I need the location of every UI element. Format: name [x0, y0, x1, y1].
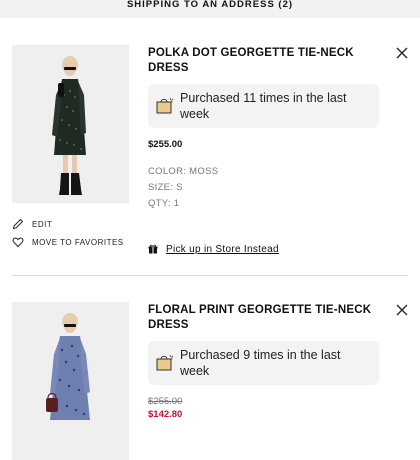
product-color: COLOR: MOSS: [148, 166, 219, 177]
pickup-in-store-link[interactable]: Pick up in Store Instead: [148, 242, 279, 256]
edit-button[interactable]: EDIT: [12, 217, 52, 231]
product-title[interactable]: POLKA DOT GEORGETTE TIE-NECK DRESS: [148, 46, 388, 76]
shopping-bag-icon: [156, 354, 174, 371]
purchase-count-text: Purchased 11 times in the last week: [180, 91, 347, 121]
pickup-in-store-label: Pick up in Store Instead: [166, 243, 279, 255]
product-size: SIZE: S: [148, 182, 183, 193]
shipping-header: SHIPPING TO AN ADDRESS (2): [0, 0, 420, 18]
model-figure: [12, 302, 129, 460]
shipping-header-title: SHIPPING TO AN ADDRESS (2): [126, 0, 294, 10]
move-to-favorites-label: MOVE TO FAVORITES: [32, 237, 124, 247]
product-image[interactable]: [12, 302, 129, 460]
shopping-bag-icon: [156, 97, 174, 114]
cart-item: POLKA DOT GEORGETTE TIE-NECK DRESS Purch…: [0, 45, 420, 276]
purchase-count-badge: Purchased 9 times in the last week: [148, 341, 379, 385]
remove-item-button[interactable]: [394, 302, 410, 318]
sale-price: $142.80: [148, 409, 183, 420]
product-title[interactable]: FLORAL PRINT GEORGETTE TIE-NECK DRESS: [148, 303, 388, 333]
product-image[interactable]: [12, 45, 129, 203]
close-icon: [396, 47, 408, 59]
model-figure: [12, 45, 129, 203]
purchase-count-badge: Purchased 11 times in the last week: [148, 84, 379, 128]
remove-item-button[interactable]: [394, 45, 410, 61]
product-price: $255.00: [148, 139, 183, 150]
edit-label: EDIT: [32, 219, 53, 229]
cart-item: FLORAL PRINT GEORGETTE TIE-NECK DRESS Pu…: [0, 302, 420, 460]
item-divider: [12, 275, 408, 276]
pencil-icon: [12, 218, 24, 230]
close-icon: [396, 304, 408, 316]
product-qty: QTY: 1: [148, 198, 180, 209]
gift-icon: [148, 244, 158, 254]
purchase-count-text: Purchased 9 times in the last week: [180, 348, 341, 378]
move-to-favorites-button[interactable]: MOVE TO FAVORITES: [12, 235, 124, 249]
original-price: $255.00: [148, 396, 183, 407]
heart-icon: [12, 237, 24, 248]
